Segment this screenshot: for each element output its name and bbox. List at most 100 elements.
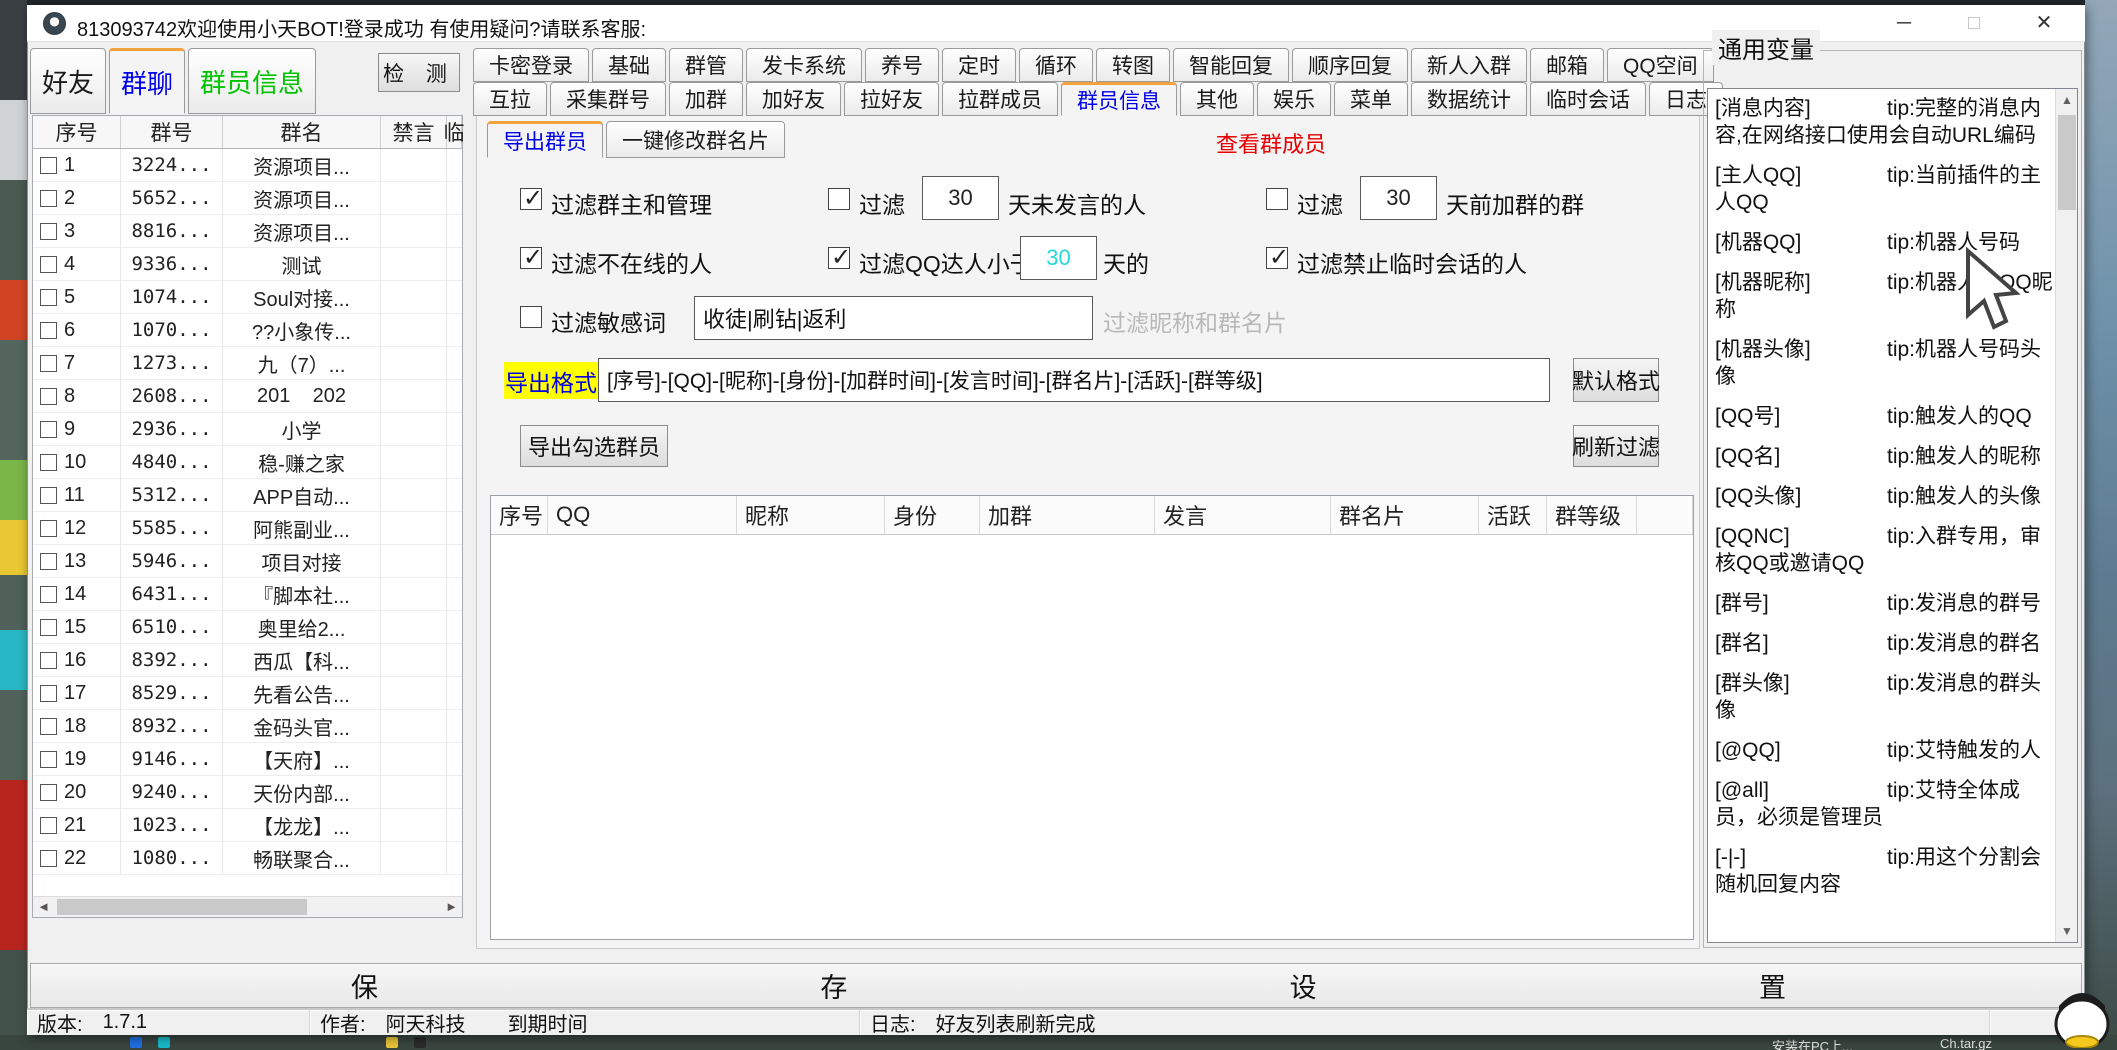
group-row[interactable]: 18 8932... 金码头官... [33, 710, 462, 743]
sensitive-words-input[interactable] [694, 296, 1093, 340]
group-row[interactable]: 9 2936... 小学 [33, 413, 462, 446]
variable-entry[interactable]: [@all]tip:艾特全体成员，必须是管理员 [1715, 777, 2053, 831]
main-tab[interactable]: 拉好友 [844, 82, 939, 116]
filter-qq-talent-checkbox[interactable] [828, 247, 850, 269]
main-tab[interactable]: 加群 [669, 82, 743, 116]
main-tab[interactable]: 拉群成员 [942, 82, 1058, 116]
mcol-group-level[interactable]: 群等级 [1547, 496, 1637, 534]
horizontal-scrollbar[interactable]: ◄ ► [33, 896, 462, 917]
group-row[interactable]: 6 1070... ??小象传... [33, 314, 462, 347]
mcol-qq[interactable]: QQ [548, 496, 737, 534]
main-tab[interactable]: 养号 [865, 48, 939, 82]
row-checkbox[interactable] [40, 223, 57, 240]
variable-entry[interactable]: [QQNC]tip:入群专用，审核QQ或邀请QQ [1715, 523, 2053, 577]
group-row[interactable]: 13 5946... 项目对接 [33, 545, 462, 578]
row-checkbox[interactable] [40, 157, 57, 174]
main-tab[interactable]: 定时 [942, 48, 1016, 82]
variable-entry[interactable]: [-|-]tip:用这个分割会随机回复内容 [1715, 844, 2053, 898]
scroll-left-icon[interactable]: ◄ [33, 897, 54, 917]
mcol-active[interactable]: 活跃 [1479, 496, 1547, 534]
row-checkbox[interactable] [40, 817, 57, 834]
main-tab[interactable]: 菜单 [1334, 82, 1408, 116]
filter-no-speak-days-input[interactable] [922, 176, 999, 220]
mcol-identity[interactable]: 身份 [885, 496, 980, 534]
group-row[interactable]: 14 6431... 『脚本社... [33, 578, 462, 611]
variables-listbox[interactable]: [消息内容]tip:完整的消息内容,在网络接口使用会自动URL编码 [主人QQ]… [1707, 88, 2078, 943]
export-selected-button[interactable]: 导出勾选群员 [520, 425, 668, 467]
scroll-up-icon[interactable]: ▲ [2056, 89, 2078, 111]
variable-entry[interactable]: [机器头像]tip:机器人号码头像 [1715, 336, 2053, 390]
main-tab[interactable]: 发卡系统 [746, 48, 862, 82]
close-button[interactable]: ✕ [2013, 5, 2075, 41]
scroll-right-icon[interactable]: ► [441, 897, 462, 917]
main-tab[interactable]: 邮箱 [1530, 48, 1604, 82]
filter-offline-checkbox[interactable] [520, 247, 542, 269]
taskbar-icon-film[interactable] [414, 1037, 426, 1048]
mcol-index[interactable]: 序号 [491, 496, 548, 534]
main-tab[interactable]: 互拉 [473, 82, 547, 116]
row-checkbox[interactable] [40, 289, 57, 306]
main-tab[interactable]: 新人入群 [1411, 48, 1527, 82]
filter-joined-before-days-input[interactable] [1360, 176, 1437, 220]
variable-entry[interactable]: [群号]tip:发消息的群号 [1715, 590, 2053, 617]
col-header-group-name[interactable]: 群名 [223, 116, 381, 148]
main-tab[interactable]: 加好友 [746, 82, 841, 116]
variable-entry[interactable]: [消息内容]tip:完整的消息内容,在网络接口使用会自动URL编码 [1715, 95, 2053, 149]
variable-entry[interactable]: [机器昵称]tip:机器人的QQ昵称 [1715, 269, 2053, 323]
view-group-members-link[interactable]: 查看群成员 [1216, 127, 1326, 159]
main-tab[interactable]: 其他 [1180, 82, 1254, 116]
row-checkbox[interactable] [40, 421, 57, 438]
col-header-partial[interactable]: 临 [447, 116, 462, 148]
filter-joined-before-checkbox[interactable] [1266, 188, 1288, 210]
mcol-group-card[interactable]: 群名片 [1331, 496, 1479, 534]
mcol-speak-time[interactable]: 发言 [1155, 496, 1331, 534]
group-row[interactable]: 7 1273... 九（7）... [33, 347, 462, 380]
scrollbar-thumb[interactable] [2058, 115, 2076, 210]
row-checkbox[interactable] [40, 388, 57, 405]
taskbar-icon-teal[interactable] [158, 1037, 170, 1048]
save-settings-button[interactable]: 保 存 设 置 [30, 963, 2082, 1008]
main-tab[interactable]: 顺序回复 [1292, 48, 1408, 82]
variable-entry[interactable]: [@QQ]tip:艾特触发的人 [1715, 737, 2053, 764]
left-tab[interactable]: 群员信息 [188, 48, 316, 114]
mcol-nickname[interactable]: 昵称 [737, 496, 885, 534]
row-checkbox[interactable] [40, 586, 57, 603]
filter-no-temp-session-checkbox[interactable] [1266, 247, 1288, 269]
taskbar-icon-yellow[interactable] [386, 1037, 398, 1048]
row-checkbox[interactable] [40, 751, 57, 768]
variable-entry[interactable]: [群名]tip:发消息的群名 [1715, 630, 2053, 657]
variable-entry[interactable]: [QQ头像]tip:触发人的头像 [1715, 483, 2053, 510]
group-row[interactable]: 10 4840... 稳-赚之家 [33, 446, 462, 479]
col-header-index[interactable]: 序号 [33, 116, 121, 148]
main-tab[interactable]: 智能回复 [1173, 48, 1289, 82]
variable-entry[interactable]: [QQ名]tip:触发人的昵称 [1715, 443, 2053, 470]
scroll-down-icon[interactable]: ▼ [2056, 920, 2078, 942]
row-checkbox[interactable] [40, 487, 57, 504]
variable-entry[interactable]: [群头像]tip:发消息的群头像 [1715, 670, 2053, 724]
group-row[interactable]: 5 1074... Soul对接... [33, 281, 462, 314]
row-checkbox[interactable] [40, 190, 57, 207]
col-header-group-id[interactable]: 群号 [121, 116, 223, 148]
group-row[interactable]: 8 2608... 201 202 [33, 380, 462, 413]
group-row[interactable]: 15 6510... 奥里给2... [33, 611, 462, 644]
left-tab[interactable]: 好友 [30, 48, 106, 114]
main-tab[interactable]: 循环 [1019, 48, 1093, 82]
row-checkbox[interactable] [40, 256, 57, 273]
main-tab[interactable]: 娱乐 [1257, 82, 1331, 116]
mcol-join-time[interactable]: 加群 [980, 496, 1155, 534]
variable-entry[interactable]: [机器QQ]tip:机器人号码 [1715, 229, 2053, 256]
taskbar-icon-blue[interactable] [130, 1037, 142, 1048]
inner-tab[interactable]: 一键修改群名片 [606, 121, 785, 158]
row-checkbox[interactable] [40, 520, 57, 537]
variable-entry[interactable]: [QQ号]tip:触发人的QQ [1715, 403, 2053, 430]
default-format-button[interactable]: 默认格式 [1573, 358, 1659, 402]
main-tab[interactable]: 基础 [592, 48, 666, 82]
group-row[interactable]: 22 1080... 畅联聚合... [33, 842, 462, 875]
main-tab[interactable]: 临时会话 [1530, 82, 1646, 116]
main-tab[interactable]: 群管 [669, 48, 743, 82]
main-tab[interactable]: QQ空间 [1607, 48, 1714, 82]
variables-scrollbar[interactable]: ▲ ▼ [2055, 89, 2077, 942]
filter-qq-talent-days-input[interactable] [1020, 236, 1097, 280]
row-checkbox[interactable] [40, 718, 57, 735]
variable-entry[interactable]: [主人QQ]tip:当前插件的主人QQ [1715, 162, 2053, 216]
